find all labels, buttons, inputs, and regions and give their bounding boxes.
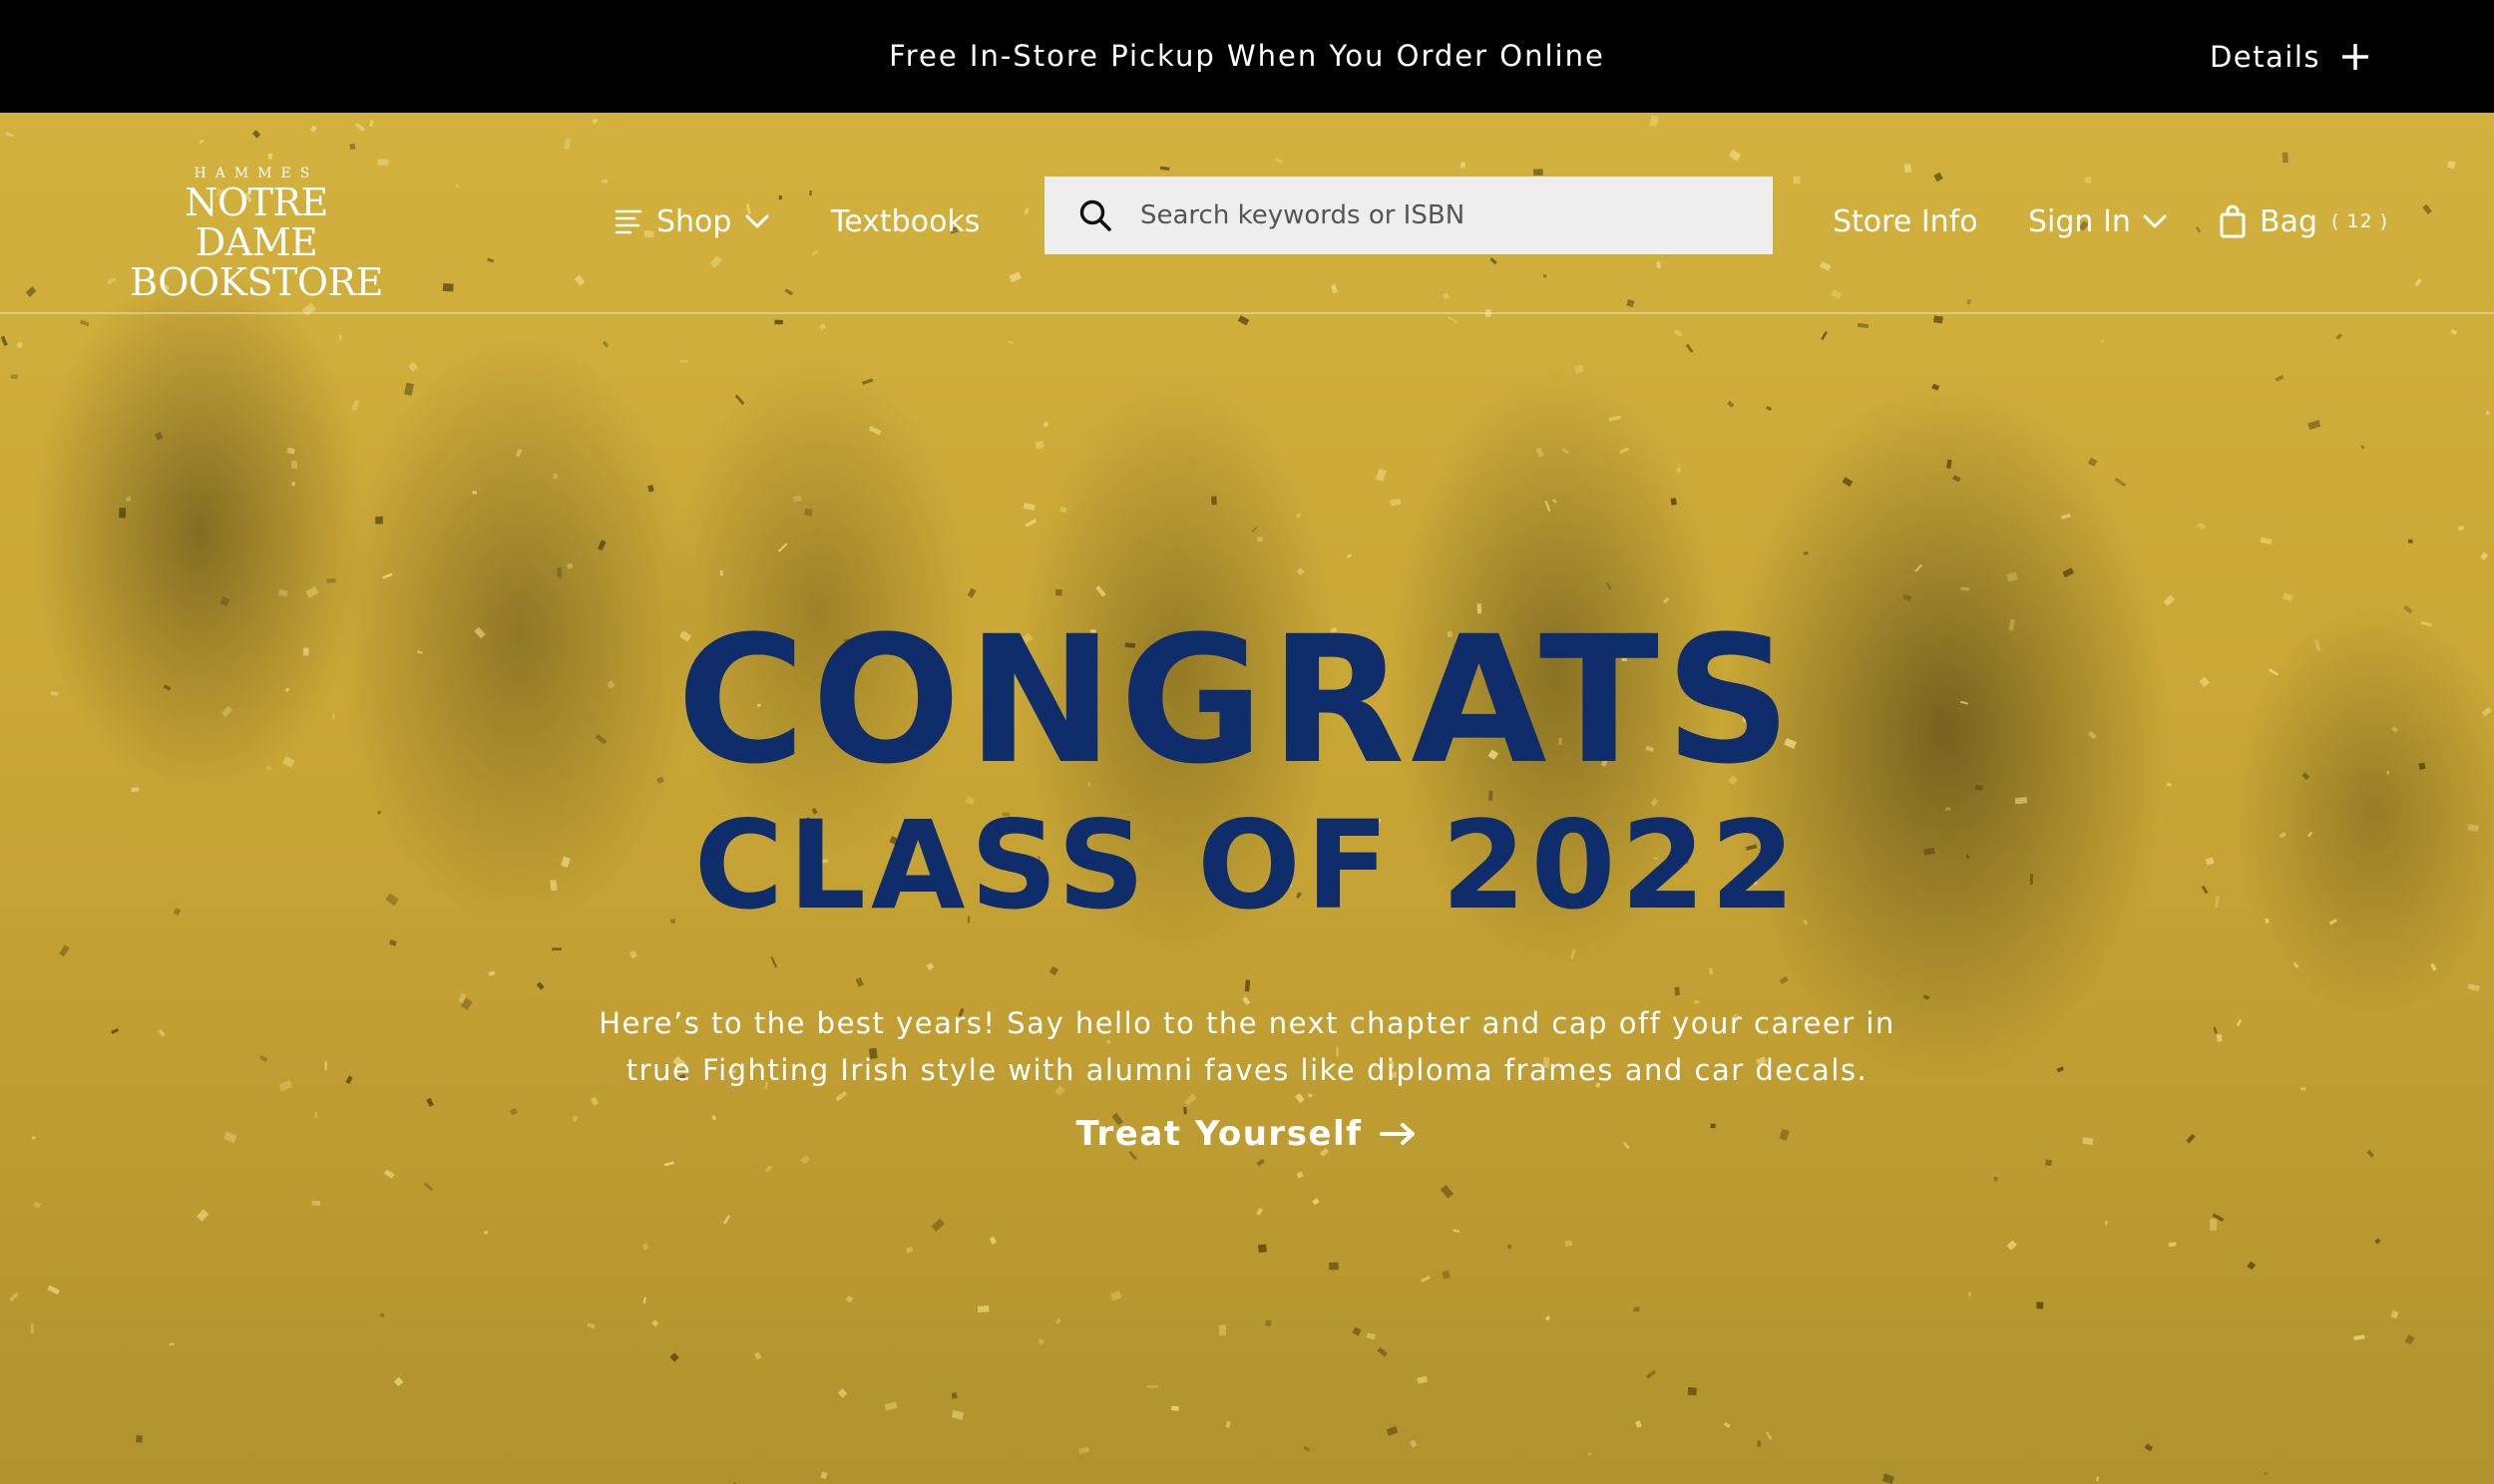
details-label: Details xyxy=(2209,39,2320,74)
site-logo[interactable]: HAMMES NOTRE DAME BOOKSTORE xyxy=(122,165,391,302)
details-button[interactable]: Details xyxy=(2210,0,2368,113)
bag-count: ( 12 ) xyxy=(2331,210,2389,232)
hero-description-line-1: Here’s to the best years! Say hello to t… xyxy=(599,1006,1895,1040)
nav-store-info[interactable]: Store Info xyxy=(1833,196,1978,246)
treat-yourself-link[interactable]: Treat Yourself xyxy=(0,1114,2494,1154)
nav-textbooks[interactable]: Textbooks xyxy=(831,196,980,246)
announcement-text: Free In-Store Pickup When You Order Onli… xyxy=(889,39,1605,73)
plus-icon xyxy=(2342,43,2368,70)
hero-subheadline: CLASS OF 2022 xyxy=(693,795,1801,936)
chevron-down-icon xyxy=(745,213,769,229)
logo-line-1: NOTRE DAME xyxy=(185,181,328,264)
hero-description-line-2: true Fighting Irish style with alumni fa… xyxy=(625,1053,1869,1087)
nav-bag[interactable]: Bag ( 12 ) xyxy=(2220,196,2388,246)
nav-sign-in-label: Sign In xyxy=(2028,203,2131,239)
nav-sign-in[interactable]: Sign In xyxy=(2028,196,2167,246)
search-bar[interactable] xyxy=(1044,177,1773,254)
cta-label: Treat Yourself xyxy=(1075,1114,1363,1154)
search-icon xyxy=(1078,198,1112,232)
search-input[interactable] xyxy=(1138,199,1737,231)
nav-shop[interactable]: Shop xyxy=(615,196,769,246)
arrow-right-icon xyxy=(1380,1122,1418,1146)
nav-shop-label: Shop xyxy=(656,203,732,239)
menu-icon xyxy=(615,208,642,234)
announcement-bar: Free In-Store Pickup When You Order Onli… xyxy=(0,0,2494,113)
chevron-down-icon xyxy=(2143,213,2167,229)
hero-description: Here’s to the best years! Say hello to t… xyxy=(559,1000,1935,1094)
bag-icon xyxy=(2220,204,2246,238)
hero-banner: HAMMES NOTRE DAME BOOKSTORE Shop Textboo… xyxy=(0,113,2494,1484)
nav-bag-label: Bag xyxy=(2260,203,2318,239)
logo-line-2: BOOKSTORE xyxy=(130,260,383,304)
hero-headline: CONGRATS xyxy=(676,598,1798,803)
site-header: HAMMES NOTRE DAME BOOKSTORE Shop Textboo… xyxy=(0,113,2494,314)
